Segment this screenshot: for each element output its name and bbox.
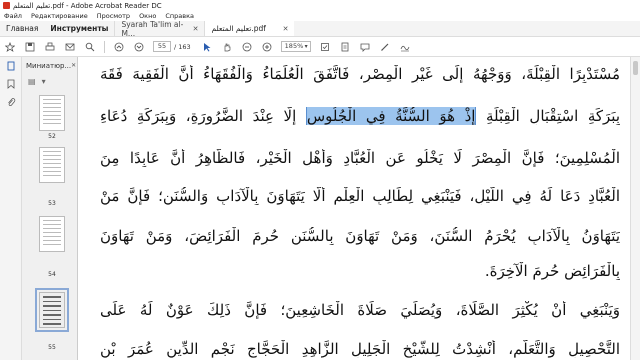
thumbnail-number: 54 <box>48 271 56 278</box>
more-options-icon[interactable]: ▾ <box>42 77 46 86</box>
search-icon[interactable] <box>83 40 97 54</box>
nav-tools[interactable]: Инструменты <box>44 21 114 36</box>
comment-icon[interactable] <box>358 40 372 54</box>
text-selection-highlight[interactable]: إِذْ هُوَ السُّنَّةُ فِي الْجُلُوسِ <box>305 107 477 125</box>
zoom-out-icon[interactable] <box>240 40 254 54</box>
zoom-select[interactable]: 185% <box>280 41 311 52</box>
tab-bar: Главная Инструменты Syarah Ta'lim al-M..… <box>0 19 640 38</box>
fit-page-icon[interactable] <box>318 40 332 54</box>
star-icon[interactable] <box>3 40 17 54</box>
thumbnails-header: Миниатюр... ✕ <box>22 57 77 74</box>
page-number-input[interactable]: 55 <box>153 41 171 52</box>
select-cursor-icon[interactable] <box>200 40 214 54</box>
window-titlebar: تعليم المتعلم.pdf - Adobe Acrobat Reader… <box>0 0 640 11</box>
tab-talim-label: تعليم المتعلم.pdf <box>211 24 266 33</box>
text-line: الْعُبَّادِ دَعَا لَهُ فِي اللَّيْلِ، فَ… <box>100 187 620 205</box>
save-icon[interactable] <box>23 40 37 54</box>
text-line: بِبَرَكَةِ اسْتِقْبَالِ الْقِبْلَةِ إِذْ… <box>100 107 620 125</box>
next-page-icon[interactable] <box>132 40 146 54</box>
scroll-mode-icon[interactable] <box>338 40 352 54</box>
tab-syarah-label: Syarah Ta'lim al-M... <box>121 19 184 38</box>
thumbnail-page-53[interactable] <box>39 147 65 183</box>
print-icon[interactable] <box>43 40 57 54</box>
menu-bar: Файл Редактирование Просмотр Окно Справк… <box>0 11 640 21</box>
left-tool-rail <box>0 57 22 360</box>
menu-file[interactable]: Файл <box>4 12 22 20</box>
nav-home[interactable]: Главная <box>0 21 44 36</box>
tab-talim[interactable]: تعليم المتعلم.pdf ✕ <box>204 21 295 36</box>
sign-icon[interactable] <box>398 40 412 54</box>
text-line: بِالْفَرَائِضِ حُرِمَ الْآخِرَةَ. <box>484 262 620 280</box>
pen-icon[interactable] <box>378 40 392 54</box>
thumbnail-number: 53 <box>48 200 56 207</box>
menu-edit[interactable]: Редактирование <box>31 12 88 20</box>
vertical-scrollbar[interactable] <box>630 57 640 360</box>
trash-icon[interactable]: ▤ <box>28 77 36 86</box>
main-toolbar: 55 / 163 185% <box>0 37 640 57</box>
hand-tool-icon[interactable] <box>220 40 234 54</box>
scrollbar-thumb[interactable] <box>633 61 638 75</box>
bookmark-icon[interactable] <box>0 75 22 93</box>
toolbar-divider <box>104 40 105 53</box>
close-icon[interactable]: ✕ <box>71 62 76 69</box>
text-line: التَّحْصِيلِ وَالتَّعَلُّمِ، أُنْشِدْتُ … <box>100 340 620 358</box>
text-line: وَيَنْبَغِي أَنْ يُكْثِرَ الصَّلَاةَ، وَ… <box>100 301 620 319</box>
zoom-in-icon[interactable] <box>260 40 274 54</box>
close-icon[interactable]: ✕ <box>283 25 289 33</box>
thumbnail-number: 52 <box>48 133 56 140</box>
thumbnail-page-52[interactable] <box>39 95 65 131</box>
attachment-icon[interactable] <box>0 93 22 111</box>
email-icon[interactable] <box>63 40 77 54</box>
window-title: تعليم المتعلم.pdf - Adobe Acrobat Reader… <box>13 1 162 10</box>
text-line-segment: إِلَّا عِنْدَ الضَّرُورَةِ، وَبِبَرَكَةِ… <box>100 107 306 125</box>
page-total: / 163 <box>174 42 191 51</box>
page-thumbnails-icon[interactable] <box>0 57 22 75</box>
thumbnails-toolbar: ▤ ▾ <box>22 74 77 88</box>
close-icon[interactable]: ✕ <box>193 25 199 33</box>
text-line-segment: بِبَرَكَةِ اسْتِقْبَالِ الْقِبْلَةِ <box>476 107 620 125</box>
thumbnail-page-55[interactable] <box>35 288 69 332</box>
text-line: الْمُسْلِمِينَ؛ فَإِنَّ الْمِصْرَ لَا يَ… <box>100 149 620 167</box>
thumbnail-number: 55 <box>48 344 56 351</box>
thumbnails-title: Миниатюр... <box>26 61 72 70</box>
text-line: يَتَهَاوَنُ بِالْآدَابِ يُحْرَمُ السُّنَ… <box>100 227 620 245</box>
tab-syarah[interactable]: Syarah Ta'lim al-M... ✕ <box>114 19 204 38</box>
text-line: مُسْتَدْبِرًا الْقِبْلَةَ، وَوَجْهُهُ إِ… <box>100 65 620 83</box>
document-view[interactable]: مُسْتَدْبِرًا الْقِبْلَةَ، وَوَجْهُهُ إِ… <box>78 57 630 360</box>
prev-page-icon[interactable] <box>112 40 126 54</box>
acrobat-logo-icon <box>3 2 10 9</box>
thumbnails-panel: Миниатюр... ✕ ▤ ▾ 52 53 54 55 <box>22 57 78 360</box>
thumbnail-page-54[interactable] <box>39 216 65 252</box>
